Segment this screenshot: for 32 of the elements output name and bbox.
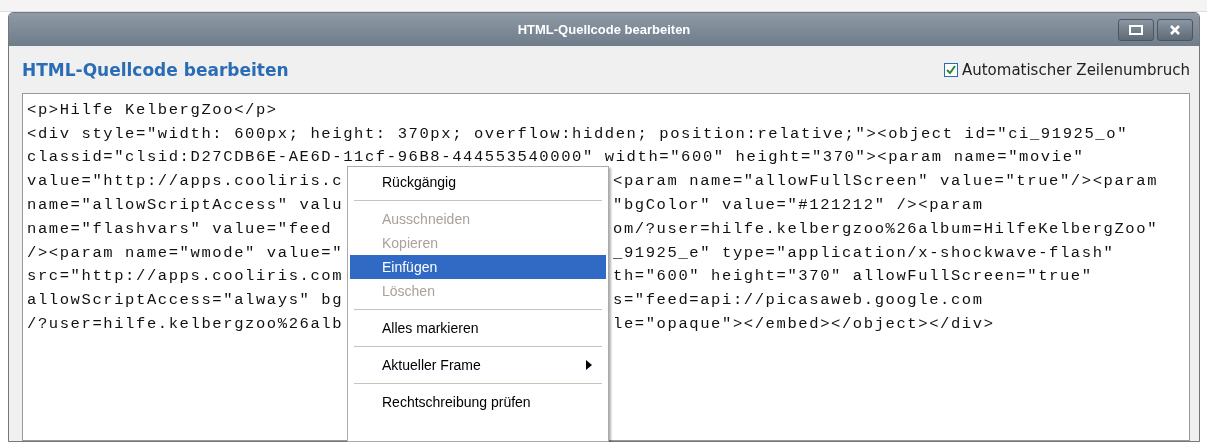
checkbox[interactable] xyxy=(943,62,958,77)
dialog-heading: HTML-Quellcode bearbeiten xyxy=(22,59,289,80)
code-text: classid="clsid:D27CDB6E-AE6D-11cf-96B8-444553540000" width="600" height="370"><param name="movie" xyxy=(27,148,1085,167)
code-text: om/?user=hilfe.kelbergzoo%26album=HilfeKelbergZoo" xyxy=(613,219,1160,238)
code-text: "bgColor" value="#121212" /><param xyxy=(613,196,985,215)
code-text: th="600" height="370" allowFullScreen="true" xyxy=(613,267,1094,286)
code-text: name="allowScriptAccess" valu xyxy=(27,196,344,215)
code-text: s="feed=api://picasaweb.google.com xyxy=(613,291,985,310)
code-text: /><param name="wmode" value=" xyxy=(27,243,344,262)
code-text: name="flashvars" value="feed xyxy=(27,219,333,238)
checkbox-label[interactable]: Automatischer Zeilenumbruch xyxy=(961,60,1190,79)
menu-item[interactable]: Alles markieren xyxy=(350,316,606,340)
code-text: <p>Hilfe KelbergZoo</p> xyxy=(27,100,278,119)
code-text: <div style="width: 600px; height: 370px; overflow:hidden; position:relative;"><object id="ci_91925_o" xyxy=(27,124,1129,143)
code-text: src="http://apps.cooliris.com xyxy=(27,267,344,286)
code-text: /?user=hilfe.kelbergzoo%26alb xyxy=(27,315,344,334)
window-title: HTML-Quellcode bearbeiten xyxy=(517,22,691,37)
menu-item[interactable]: Rechtschreibung prüfen xyxy=(350,390,606,414)
code-text: le="opaque"></embed></object></div> xyxy=(613,315,996,334)
maximize-icon xyxy=(1129,25,1143,35)
checkmark-icon xyxy=(945,64,957,75)
close-icon xyxy=(1169,24,1181,36)
code-text: _91925_e" type="application/x-shockwave-flash" xyxy=(613,243,1116,262)
maximize-button[interactable] xyxy=(1118,19,1154,41)
menu-item[interactable]: Einfügen xyxy=(350,255,606,279)
submenu-arrow-icon xyxy=(586,360,592,370)
code-text: allowScriptAccess="always" bg xyxy=(27,291,344,310)
close-button[interactable] xyxy=(1157,19,1193,41)
menu-item[interactable]: Rückgängig xyxy=(350,170,606,194)
code-text: <param name="allowFullScreen" value="true"/><param xyxy=(613,172,1160,191)
menu-item[interactable]: Aktueller Frame xyxy=(350,353,606,377)
code-text: value="http://apps.cooliris.c xyxy=(27,172,344,191)
